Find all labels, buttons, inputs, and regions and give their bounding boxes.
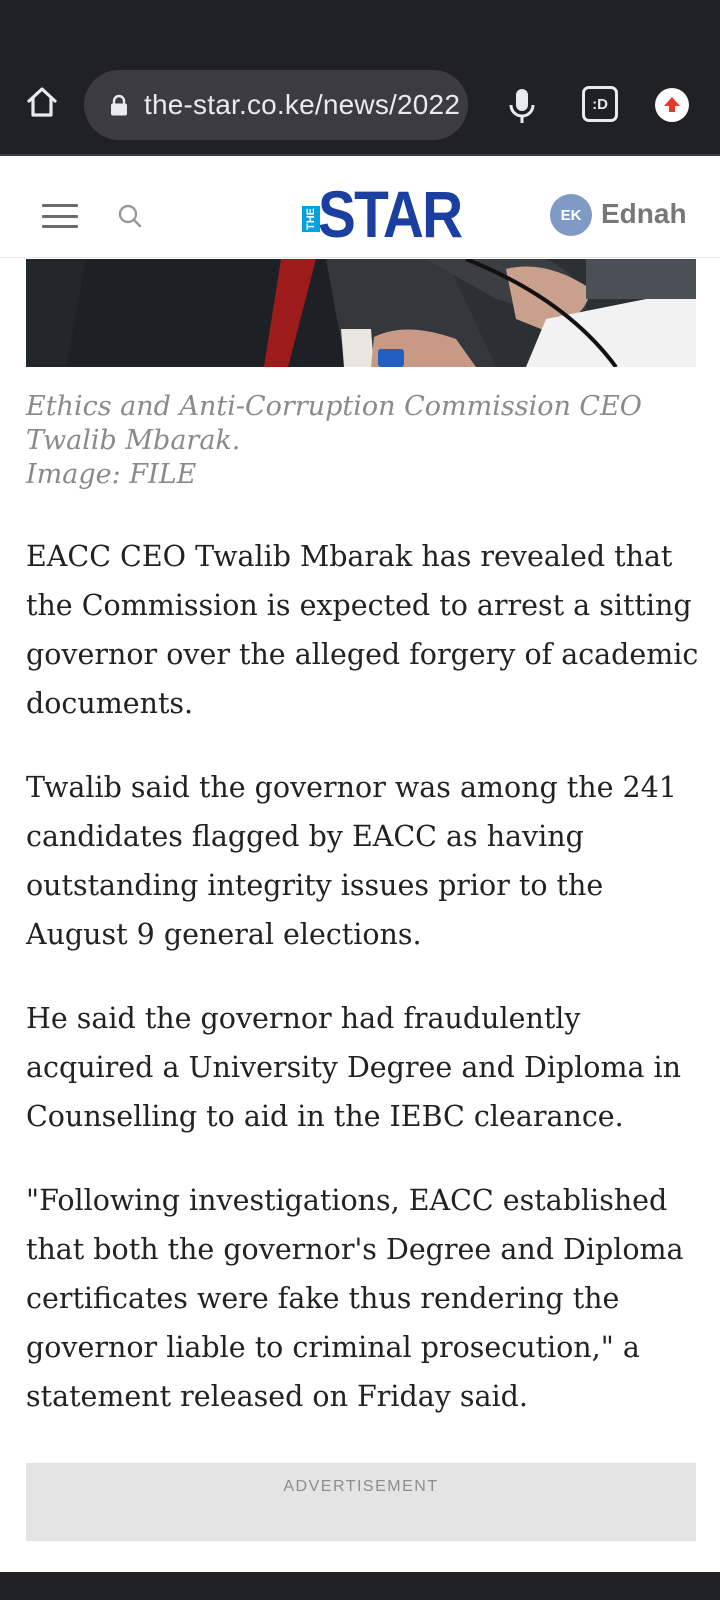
user-name[interactable]: Ednah	[601, 198, 687, 230]
article-paragraph: He said the governor had fraudulently ac…	[26, 1002, 681, 1133]
menu-icon-line	[42, 214, 78, 218]
update-button[interactable]	[655, 88, 689, 122]
navigation-bar	[0, 1572, 720, 1600]
menu-icon-line	[42, 225, 78, 228]
search-button[interactable]	[116, 202, 144, 230]
url-text: the-star.co.ke/news/2022	[144, 89, 461, 120]
search-icon	[118, 204, 142, 228]
caption-line: Ethics and Anti-Corruption Commission CE…	[26, 391, 642, 422]
tab-switcher-button[interactable]: :D	[582, 86, 618, 122]
voice-search-button[interactable]	[500, 80, 544, 132]
article-image	[26, 259, 696, 367]
address-bar[interactable]: the-star.co.ke/news/2022	[84, 70, 468, 140]
menu-icon-line	[42, 204, 78, 207]
advertisement-slot: ADVERTISEMENT	[26, 1463, 696, 1541]
article-paragraph: "Following investigations, EACC establis…	[26, 1184, 684, 1413]
microphone-icon	[509, 89, 535, 123]
advertisement-label: ADVERTISEMENT	[283, 1478, 439, 1495]
caption-line: Twalib Mbarak.	[26, 425, 241, 456]
article-paragraph: Twalib said the governor was among the 2…	[26, 771, 677, 951]
logo-star-text: STAR	[318, 177, 463, 251]
status-bar	[0, 0, 720, 56]
site-header: THE STAR EK Ednah	[0, 158, 720, 258]
browser-toolbar: the-star.co.ke/news/2022 :D	[0, 56, 720, 156]
user-avatar[interactable]: EK	[550, 194, 592, 236]
article-paragraph: EACC CEO Twalib Mbarak has revealed that…	[26, 540, 699, 720]
arrow-up-icon	[664, 97, 680, 112]
article-body: EACC CEO Twalib Mbarak has revealed that…	[26, 532, 702, 1456]
home-icon	[27, 87, 57, 117]
caption-credit: Image: FILE	[26, 459, 197, 490]
lock-icon	[110, 94, 128, 116]
menu-button[interactable]	[42, 204, 78, 228]
image-caption: Ethics and Anti-Corruption Commission CE…	[26, 390, 696, 492]
site-logo[interactable]: THE STAR	[300, 178, 463, 250]
home-button[interactable]	[20, 80, 64, 124]
